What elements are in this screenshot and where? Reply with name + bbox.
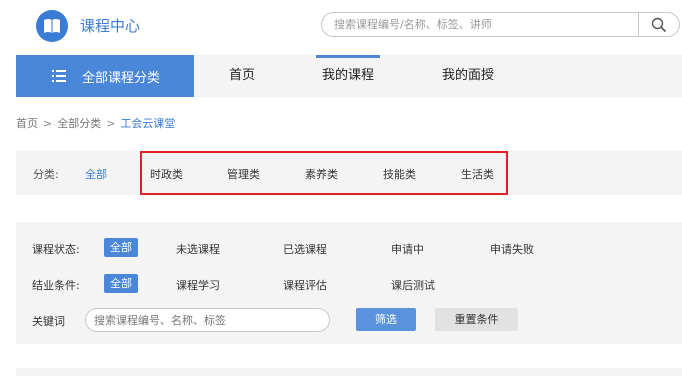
all-categories-label: 全部课程分类 [82, 70, 161, 86]
nav-my-face-training[interactable]: 我的面授 [428, 55, 508, 97]
completion-course-study[interactable]: 课程学习 [176, 277, 220, 293]
main-nav: 全部课程分类 首页 我的课程 我的面授 [16, 55, 682, 97]
search-box[interactable] [321, 12, 639, 37]
chevron-right-icon: > [106, 116, 116, 130]
reset-button[interactable]: 重置条件 [435, 308, 518, 331]
nav-my-courses-label: 我的课程 [321, 68, 374, 83]
search-icon [651, 17, 667, 32]
chevron-right-icon: > [43, 116, 53, 130]
status-all-tag[interactable]: 全部 [104, 238, 138, 257]
keyword-field[interactable] [85, 308, 330, 332]
category-all[interactable]: 全部 [85, 166, 107, 182]
status-label: 课程状态: [32, 243, 80, 256]
all-categories-button[interactable]: 全部课程分类 [16, 55, 194, 97]
header: 课程中心 [0, 0, 682, 52]
completion-post-test[interactable]: 课后测试 [391, 277, 435, 293]
completion-course-evaluation[interactable]: 课程评估 [283, 277, 327, 293]
filter-button[interactable]: 筛选 [356, 308, 416, 331]
book-icon[interactable] [36, 10, 68, 42]
search-button[interactable] [639, 12, 680, 37]
keyword-label: 关键词 [32, 315, 65, 328]
breadcrumb: 首页 > 全部分类 > 工会云课堂 [16, 115, 175, 131]
breadcrumb-home[interactable]: 首页 [16, 115, 38, 131]
active-indicator [316, 55, 380, 58]
category-skills[interactable]: 技能类 [383, 166, 416, 182]
search-input[interactable] [322, 13, 638, 36]
nav-my-courses[interactable]: 我的课程 [316, 55, 380, 97]
status-selected[interactable]: 已选课程 [283, 241, 327, 257]
category-life[interactable]: 生活类 [461, 166, 494, 182]
breadcrumb-all-categories[interactable]: 全部分类 [57, 115, 101, 131]
content-area [16, 368, 682, 376]
nav-home[interactable]: 首页 [212, 55, 272, 97]
completion-label: 结业条件: [32, 279, 80, 292]
app-title[interactable]: 课程中心 [80, 15, 140, 36]
category-label: 分类: [33, 168, 59, 181]
category-management[interactable]: 管理类 [227, 166, 260, 182]
list-menu-icon [52, 70, 66, 82]
filter-panel: 课程状态: 全部 未选课程 已选课程 申请中 申请失败 结业条件: 全部 课程学… [16, 222, 682, 344]
status-applying[interactable]: 申请中 [391, 241, 424, 257]
category-literacy[interactable]: 素养类 [305, 166, 338, 182]
completion-all-tag[interactable]: 全部 [104, 274, 138, 293]
keyword-input[interactable] [86, 309, 329, 331]
status-failed[interactable]: 申请失败 [490, 241, 534, 257]
category-politics[interactable]: 时政类 [150, 166, 183, 182]
status-not-selected[interactable]: 未选课程 [176, 241, 220, 257]
category-bar: 分类: 全部 时政类 管理类 素养类 技能类 生活类 [16, 151, 682, 195]
breadcrumb-current[interactable]: 工会云课堂 [120, 115, 175, 131]
